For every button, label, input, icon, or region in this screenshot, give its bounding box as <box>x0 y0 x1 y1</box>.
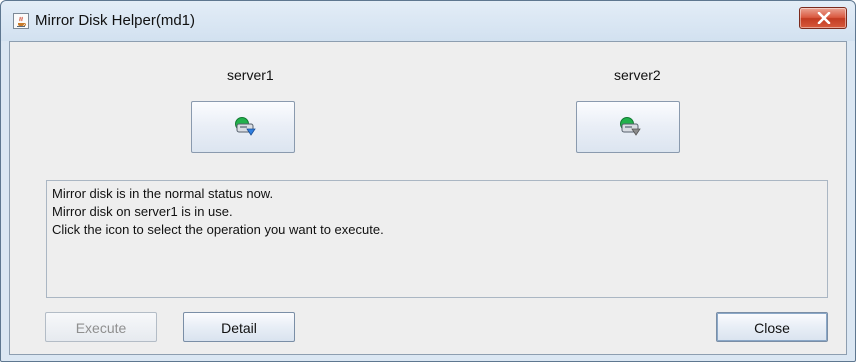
detail-button[interactable]: Detail <box>183 312 295 342</box>
java-cup-icon <box>13 13 29 29</box>
close-button[interactable]: Close <box>716 312 828 342</box>
mirror-disk-active-icon <box>235 117 256 136</box>
status-message-box: Mirror disk is in the normal status now.… <box>46 180 828 298</box>
status-message-line: Mirror disk on server1 is in use. <box>52 204 233 219</box>
execute-button[interactable]: Execute <box>45 312 157 342</box>
mirror-disk-helper-window: Mirror Disk Helper(md1) server1 server2 <box>0 0 856 362</box>
dialog-content: server1 server2 Mirror disk is in the no… <box>9 41 847 355</box>
mirror-disk-standby-icon <box>620 117 641 136</box>
server2-button[interactable] <box>576 101 680 153</box>
server1-label: server1 <box>227 67 274 83</box>
title-bar[interactable]: Mirror Disk Helper(md1) <box>1 1 855 41</box>
window-title: Mirror Disk Helper(md1) <box>35 12 196 29</box>
close-x-icon <box>817 12 831 24</box>
status-message-line: Mirror disk is in the normal status now. <box>52 186 274 201</box>
status-message-line: Click the icon to select the operation y… <box>52 222 384 237</box>
window-close-button[interactable] <box>799 7 847 29</box>
server2-label: server2 <box>614 67 661 83</box>
server1-button[interactable] <box>191 101 295 153</box>
